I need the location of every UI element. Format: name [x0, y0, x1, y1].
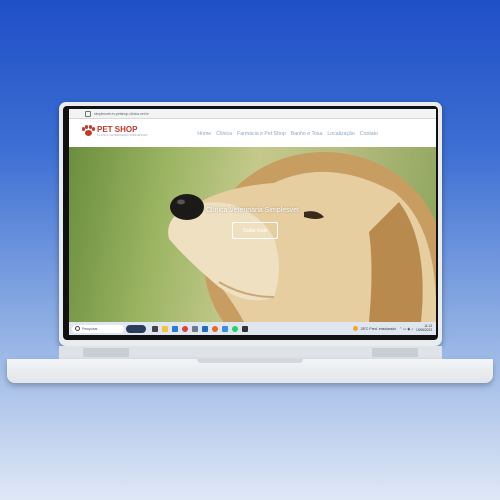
nav-banho-tosa[interactable]: Banho e Tosa	[291, 131, 323, 137]
whatsapp-icon[interactable]	[232, 325, 238, 332]
mail-icon[interactable]	[202, 325, 208, 332]
nav-localizacao[interactable]: Localização	[327, 131, 354, 137]
nav-clinica[interactable]: Clínica	[216, 131, 232, 137]
logo-title: PET SHOP	[97, 124, 138, 134]
taskbar-search[interactable]: Pesquisar	[72, 324, 124, 333]
vscode-icon[interactable]	[172, 325, 178, 332]
explorer-icon[interactable]	[162, 325, 168, 332]
windows-taskbar: Pesquisar 28°C Pred. ensolarado ⌃ ▭ ◉ ♪ …	[69, 322, 436, 335]
laptop-screen: simplesvet.ev.petshop.clinica.vet.br PET…	[69, 109, 436, 335]
weather-icon	[352, 326, 358, 331]
terminal-icon[interactable]	[242, 325, 248, 332]
weather-text[interactable]: 28°C Pred. ensolarado	[361, 327, 396, 331]
hero-title: Clínica Veterinária Simplesvet	[206, 207, 299, 214]
app-icon[interactable]	[192, 325, 198, 332]
laptop-hinge	[59, 346, 442, 359]
widgets-button[interactable]	[126, 324, 146, 333]
nav-home[interactable]: Home	[197, 131, 211, 137]
tray-icons[interactable]: ⌃ ▭ ◉ ♪	[399, 327, 413, 331]
browser-address-bar[interactable]: simplesvet.ev.petshop.clinica.vet.br	[69, 109, 436, 119]
laptop-base	[7, 359, 493, 383]
lock-icon	[85, 110, 91, 117]
nav-farmacia[interactable]: Farmácia e Pet Shop	[237, 131, 286, 137]
chrome-icon[interactable]	[182, 325, 188, 332]
learn-more-button[interactable]: Saiba mais	[232, 222, 278, 239]
hero-banner: Clínica Veterinária Simplesvet Saiba mai…	[69, 147, 436, 322]
site-header: PET SHOP CLINICA VETERINARIA SIMPLESVET …	[69, 119, 436, 147]
task-view-icon[interactable]	[152, 325, 158, 332]
clock[interactable]: 11:13 19/06/2023	[416, 324, 432, 332]
clock-date: 19/06/2023	[416, 327, 432, 332]
nav-contato[interactable]: Contato	[360, 131, 378, 137]
search-icon	[75, 326, 80, 331]
logo-subtitle: CLINICA VETERINARIA SIMPLESVET	[97, 133, 148, 137]
system-tray: 28°C Pred. ensolarado ⌃ ▭ ◉ ♪ 11:13 19/0…	[352, 322, 432, 335]
site-logo[interactable]: PET SHOP CLINICA VETERINARIA SIMPLESVET	[82, 125, 148, 137]
taskbar-app-icons	[152, 325, 248, 332]
store-icon[interactable]	[222, 325, 228, 332]
main-nav: Home Clínica Farmácia e Pet Shop Banho e…	[197, 131, 378, 137]
taskbar-search-label: Pesquisar	[82, 326, 98, 331]
url-text[interactable]: simplesvet.ev.petshop.clinica.vet.br	[94, 112, 149, 116]
browser-icon[interactable]	[212, 325, 218, 332]
paw-icon	[82, 125, 95, 137]
